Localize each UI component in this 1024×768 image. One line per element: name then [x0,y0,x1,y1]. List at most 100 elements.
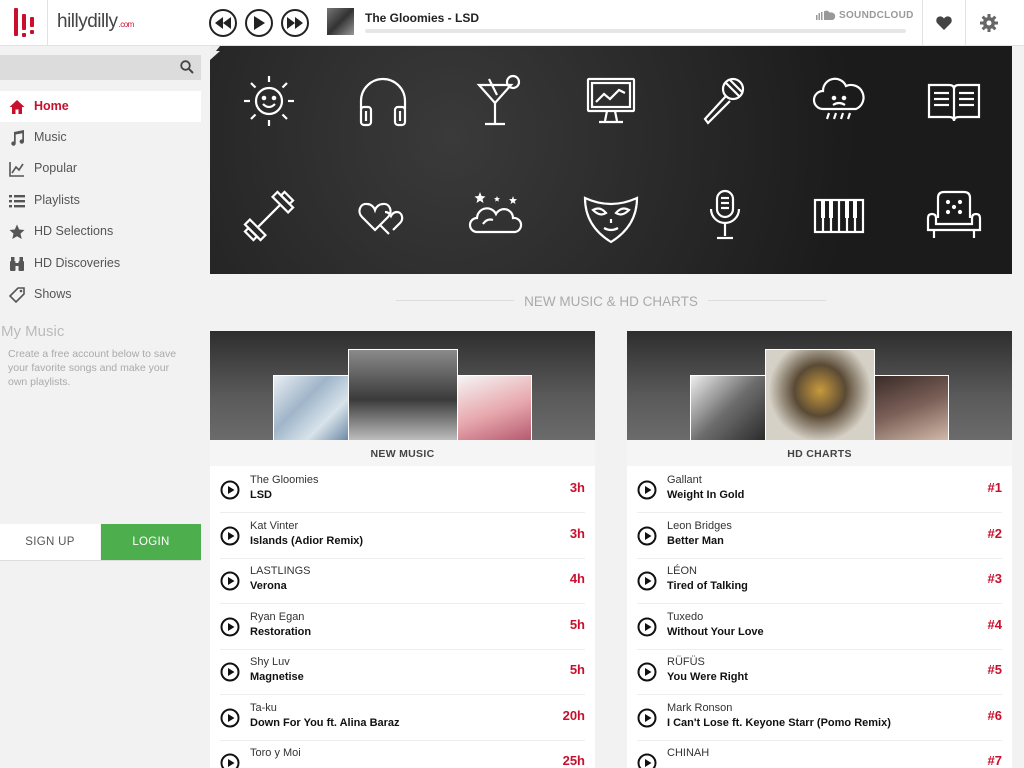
login-button[interactable]: LOGIN [101,524,201,560]
track-artist[interactable]: Leon Bridges [667,520,732,532]
play-circle-icon[interactable] [220,571,240,591]
mood-night-cloud[interactable] [467,186,527,246]
track-row[interactable]: LÉON Tired of Talking #3 [627,558,1012,604]
track-thumbnail[interactable] [327,8,354,35]
track-row[interactable]: Shy Luv Magnetise 5h [210,649,595,695]
track-title[interactable]: Without Your Love [667,626,764,638]
track-title[interactable]: Weight In Gold [667,489,744,501]
mood-headphones[interactable] [353,71,413,131]
night-cloud-icon [468,192,523,234]
mood-studio-mic[interactable] [695,186,755,246]
track-artist[interactable]: Ta-ku [250,702,277,714]
track-artist[interactable]: Tuxedo [667,611,703,623]
piano-icon [813,198,865,234]
track-title[interactable]: LSD [250,489,272,501]
mood-rain-cloud[interactable] [809,71,869,131]
track-title[interactable]: Better Man [667,535,724,547]
mood-monitor[interactable] [581,71,641,131]
track-artist[interactable]: LÉON [667,565,697,577]
track-title[interactable]: Verona [250,580,287,592]
mood-book[interactable] [924,71,984,131]
mood-microphone[interactable] [695,71,755,131]
top-bar: hillydilly.com The Gloomies - LSD SOUNDC… [0,0,1024,46]
track-row[interactable]: Ryan Egan Restoration 5h [210,604,595,650]
mood-mask[interactable] [581,186,641,246]
hd-charts-hero[interactable] [627,331,1012,440]
track-title[interactable]: Islands (Adior Remix) [250,535,363,547]
play-circle-icon[interactable] [637,480,657,500]
next-button[interactable] [281,9,309,37]
play-circle-icon[interactable] [220,662,240,682]
track-artist[interactable]: RÜFÜS [667,656,705,668]
sidebar-item-hd-discoveries[interactable]: HD Discoveries [0,248,201,279]
logo[interactable] [0,0,48,46]
track-artist[interactable]: Mark Ronson [667,702,732,714]
track-row[interactable]: Gallant Weight In Gold #1 [627,467,1012,513]
favorites-button[interactable] [922,0,966,46]
track-title[interactable]: Restoration [250,626,311,638]
sidebar-item-hd-selections[interactable]: HD Selections [0,216,201,247]
now-playing-title[interactable]: The Gloomies - LSD [365,11,479,25]
mood-dumbbell[interactable] [239,186,299,246]
track-row[interactable]: CHINAH #7 [627,740,1012,768]
settings-button[interactable] [966,0,1012,46]
track-artist[interactable]: Gallant [667,474,702,486]
track-title[interactable]: I Can't Lose ft. Keyone Starr (Pomo Remi… [667,717,891,729]
rewind-icon [215,17,231,29]
track-title[interactable]: Magnetise [250,671,304,683]
play-circle-icon[interactable] [637,753,657,768]
mood-cocktail[interactable] [467,71,527,131]
monitor-icon [586,77,636,124]
track-artist[interactable]: The Gloomies [250,474,318,486]
mood-armchair[interactable] [924,186,984,246]
sidebar-item-playlists[interactable]: Playlists [0,185,201,216]
track-artist[interactable]: Toro y Moi [250,747,301,759]
play-circle-icon[interactable] [637,617,657,637]
corner-icon [210,46,220,60]
search-input[interactable] [0,55,201,80]
track-title[interactable]: Down For You ft. Alina Baraz [250,717,400,729]
play-circle-icon[interactable] [220,480,240,500]
track-artist[interactable]: CHINAH [667,747,709,759]
play-circle-icon[interactable] [637,571,657,591]
sidebar-item-shows[interactable]: Shows [0,279,201,310]
mood-sun[interactable] [239,71,299,131]
section-title: NEW MUSIC & HD CHARTS [524,294,698,309]
track-artist[interactable]: Ryan Egan [250,611,304,623]
play-circle-icon[interactable] [637,708,657,728]
previous-button[interactable] [209,9,237,37]
search-icon[interactable] [180,60,194,74]
track-artist[interactable]: Kat Vinter [250,520,298,532]
logo-text[interactable]: hillydilly.com [57,11,134,33]
track-title[interactable]: You Were Right [667,671,748,683]
track-row[interactable]: The Gloomies LSD 3h [210,467,595,513]
play-button[interactable] [245,9,273,37]
track-artist[interactable]: LASTLINGS [250,565,311,577]
mood-hearts[interactable] [353,186,413,246]
sidebar-item-music[interactable]: Music [0,122,201,153]
track-progress-bar[interactable] [365,29,906,33]
track-row[interactable]: LASTLINGS Verona 4h [210,558,595,604]
mood-piano[interactable] [809,186,869,246]
track-artist[interactable]: Shy Luv [250,656,290,668]
sidebar-item-home[interactable]: Home [0,91,201,122]
play-circle-icon[interactable] [220,617,240,637]
play-circle-icon[interactable] [637,526,657,546]
book-icon [927,83,981,122]
sidebar-item-popular[interactable]: Popular [0,153,201,184]
play-circle-icon[interactable] [220,526,240,546]
track-row[interactable]: Leon Bridges Better Man #2 [627,513,1012,559]
new-music-hero[interactable] [210,331,595,440]
track-row[interactable]: Kat Vinter Islands (Adior Remix) 3h [210,513,595,559]
sign-up-button[interactable]: SIGN UP [0,524,100,560]
track-row[interactable]: Toro y Moi 25h [210,740,595,768]
track-row[interactable]: Tuxedo Without Your Love #4 [627,604,1012,650]
play-circle-icon[interactable] [220,708,240,728]
play-circle-icon[interactable] [637,662,657,682]
track-row[interactable]: Ta-ku Down For You ft. Alina Baraz 20h [210,695,595,741]
track-title[interactable]: Tired of Talking [667,580,748,592]
track-row[interactable]: Mark Ronson I Can't Lose ft. Keyone Starr… [627,695,1012,741]
play-circle-icon[interactable] [220,753,240,768]
soundcloud-link[interactable]: SOUNDCLOUD [816,10,914,21]
track-row[interactable]: RÜFÜS You Were Right #5 [627,649,1012,695]
